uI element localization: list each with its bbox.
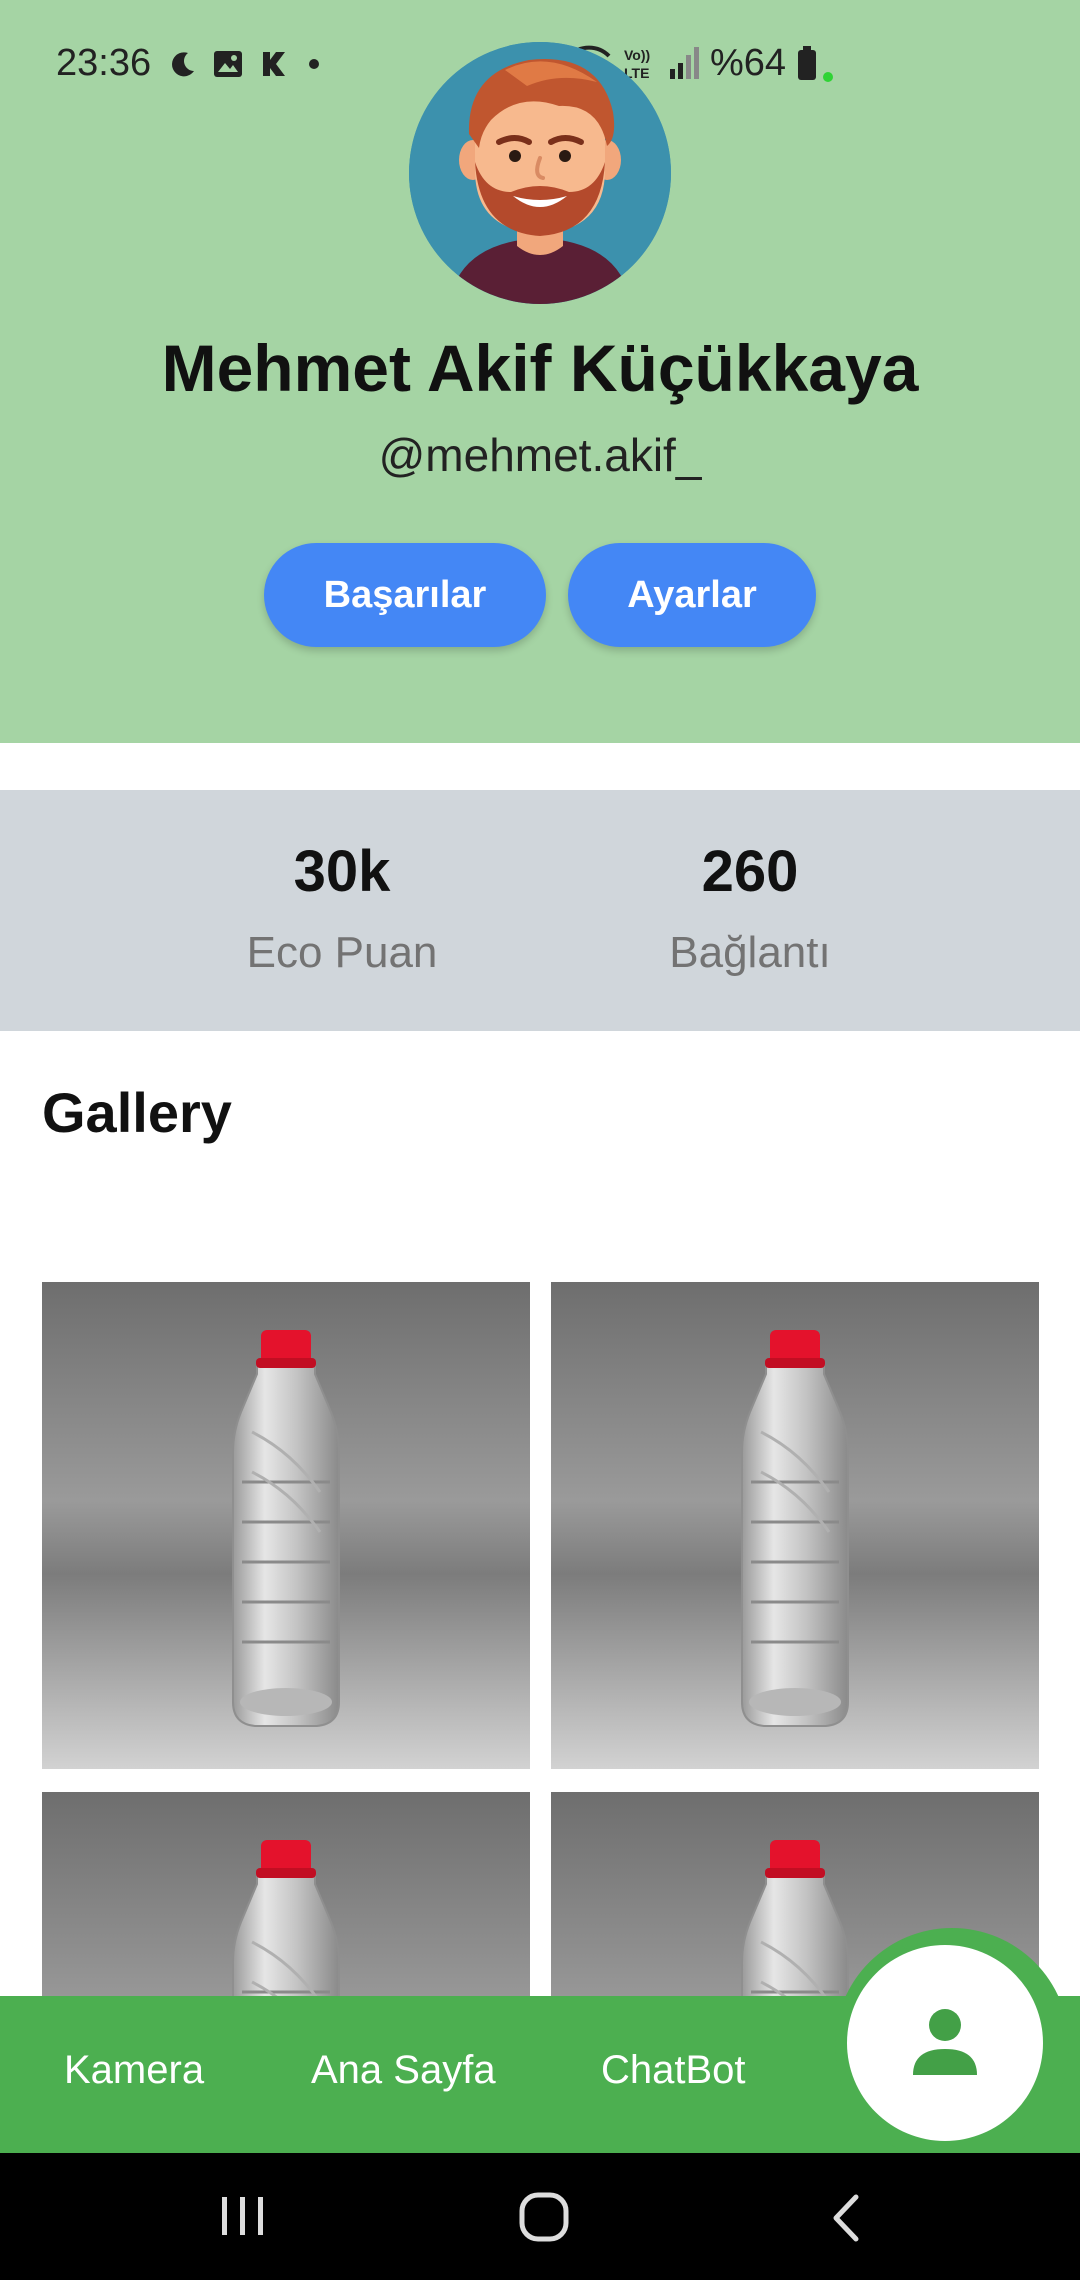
- nav-profile-button[interactable]: [847, 1945, 1043, 2141]
- profile-icon: [913, 2009, 977, 2075]
- avatar-illustration: [409, 42, 671, 304]
- connections-value[interactable]: 260: [600, 838, 900, 905]
- back-icon[interactable]: [828, 2193, 864, 2243]
- home-icon[interactable]: [518, 2191, 570, 2243]
- profile-header: 23:36 Vo)) LTE %64 Mehmet Akif Küçükkaya…: [0, 0, 1080, 743]
- avatar[interactable]: [409, 42, 671, 304]
- svg-text:Vo)): Vo)): [624, 47, 650, 63]
- profile-name: Mehmet Akif Küçükkaya: [161, 331, 919, 405]
- stats-panel: 30k Eco Puan 260 Bağlantı: [0, 790, 1080, 1031]
- battery-percentage: %64: [710, 41, 787, 84]
- privacy-indicator-dot: [823, 72, 833, 82]
- image-icon: [214, 51, 242, 77]
- battery-icon: [798, 46, 817, 80]
- gallery-image[interactable]: [551, 1282, 1039, 1769]
- gallery-image[interactable]: [42, 1282, 530, 1769]
- status-time: 23:36: [56, 42, 152, 84]
- connections-label[interactable]: Bağlantı: [600, 928, 900, 978]
- kick-app-icon: [263, 52, 285, 76]
- signal-icon: [670, 47, 699, 79]
- achievements-button[interactable]: Başarılar: [264, 543, 546, 647]
- profile-handle: @mehmet.akif_: [378, 429, 702, 481]
- system-navigation-bar: [0, 2153, 1080, 2280]
- notification-dot-icon: [309, 59, 319, 69]
- eco-points-value: 30k: [293, 839, 391, 904]
- settings-button[interactable]: Ayarlar: [568, 543, 816, 647]
- nav-chatbot[interactable]: ChatBot: [601, 2048, 746, 2093]
- recent-apps-icon[interactable]: [218, 2193, 268, 2239]
- gallery-title: Gallery: [42, 1081, 232, 1144]
- nav-camera[interactable]: Kamera: [64, 2048, 204, 2093]
- eco-points-label: Eco Puan: [246, 928, 438, 977]
- do-not-disturb-icon: [172, 52, 194, 77]
- nav-home[interactable]: Ana Sayfa: [311, 2048, 496, 2093]
